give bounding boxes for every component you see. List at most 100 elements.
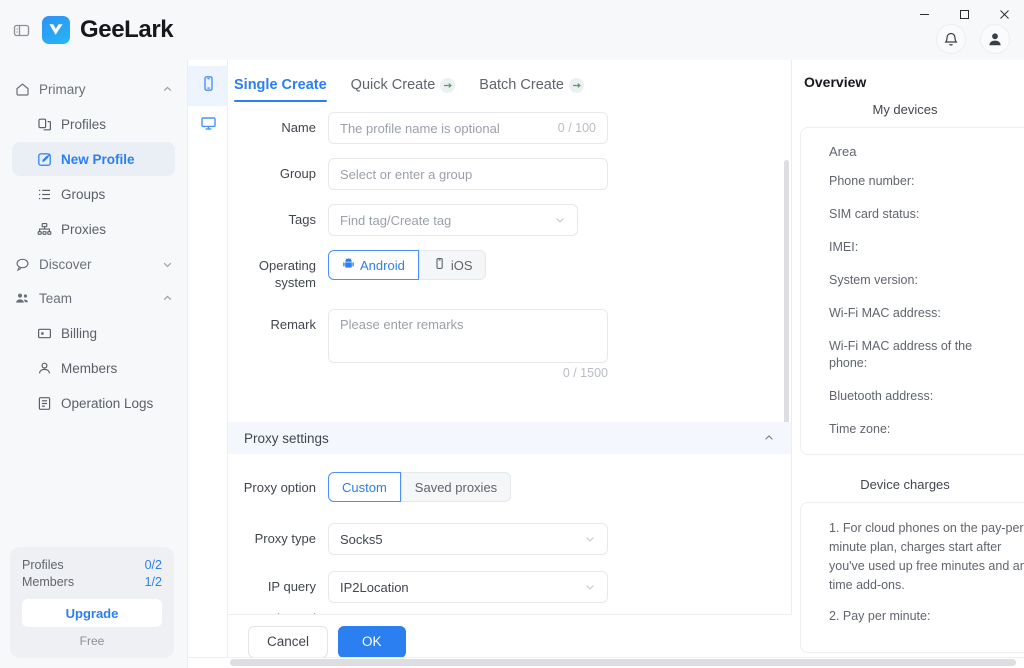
tags-label: Tags [288,212,316,227]
proxy-type-label: Proxy type [254,531,316,546]
name-input-placeholder: The profile name is optional [340,120,500,136]
plan-members-value: 1/2 [144,575,162,589]
overview-panel: Overview My devices Area Phone number: S… [792,60,1024,668]
area-label: Area [829,144,857,159]
device-field: Wi-Fi MAC address of the phone: [829,339,973,370]
proxy-settings-header[interactable]: Proxy settings [228,422,791,454]
chevron-down-icon [162,259,173,270]
sidebar-group-label: Team [39,290,73,306]
create-mode-tabs: Single Create Quick Create Batch Create [228,60,791,102]
sidebar-item-label: New Profile [61,151,135,167]
operating-system-label: Operating system [258,258,316,290]
os-option-android[interactable]: Android [328,250,419,280]
sidebar-group-label: Discover [39,256,92,272]
rail-item-phone[interactable] [188,66,228,106]
form-scroll-area: Name The profile name is optional 0 / 10… [228,102,791,422]
tags-select[interactable]: Find tag/Create tag [328,204,578,236]
my-devices-heading: My devices [872,102,938,117]
chevron-down-icon [584,533,596,545]
tab-label: Batch Create [479,77,564,93]
sidebar-item-label: Members [61,360,118,376]
os-option-label: Android [360,257,405,273]
proxies-icon [36,221,52,237]
overview-title: Overview [804,74,867,90]
device-charges-heading: Device charges [860,477,950,492]
sidebar-item-members[interactable]: Members [12,351,175,385]
sidebar-item-profiles[interactable]: Profiles [12,107,175,141]
device-field: System version: [829,273,918,287]
device-field: SIM card status: [829,207,920,221]
sidebar-item-proxies[interactable]: Proxies [12,212,175,246]
android-icon [342,257,355,273]
os-option-ios[interactable]: iOS [418,250,487,280]
sidebar-group-discover[interactable]: Discover [0,247,187,281]
horizontal-scrollbar-thumb[interactable] [230,659,1016,666]
os-option-label: iOS [450,257,473,273]
operating-system-segmented: Android iOS [328,250,791,280]
sidebar-group-team[interactable]: Team [0,281,187,315]
sidebar-item-operation-logs[interactable]: Operation Logs [12,386,175,420]
tab-single-create[interactable]: Single Create [234,77,327,102]
field-row-name: Name The profile name is optional 0 / 10… [228,112,791,144]
plan-card: Profiles 0/2 Members 1/2 Upgrade Free [10,547,174,658]
tab-quick-create[interactable]: Quick Create [351,77,456,102]
desktop-device-icon [200,115,217,137]
proxy-option-label: Custom [342,479,387,495]
team-icon [14,290,30,306]
field-row-tags: Tags Find tag/Create tag [228,204,791,236]
proxy-option-label: Saved proxies [414,479,498,495]
device-field: Time zone: [829,422,891,436]
phone-device-icon [200,75,217,97]
tab-label: Quick Create [350,77,436,93]
sidebar-group-primary[interactable]: Primary [0,72,187,106]
sidebar-item-label: Billing [61,325,98,341]
tab-badge-icon [440,77,456,93]
chevron-up-icon [162,293,173,304]
upgrade-button[interactable]: Upgrade [22,599,162,627]
bell-icon[interactable] [936,24,966,54]
title-bar: GeeLark [0,0,1024,60]
plan-tier-label: Free [79,634,105,648]
tags-placeholder: Find tag/Create tag [340,212,452,228]
sidebar-item-groups[interactable]: Groups [12,177,175,211]
proxy-option-segmented: Custom Saved proxies [328,472,791,502]
cancel-button[interactable]: Cancel [248,625,329,658]
user-avatar-icon[interactable] [980,24,1010,54]
field-row-remark: Remark Please enter remarks 0 / 1500 [228,309,791,380]
device-field: Wi-Fi MAC address: [829,306,941,320]
sidebar: Primary Profiles New Profile Groups Prox… [0,60,188,668]
field-row-operating-system: Operating system Android iOS [228,250,791,291]
field-row-group: Group Select or enter a group [228,158,791,190]
group-input[interactable]: Select or enter a group [328,158,608,190]
plan-members-label: Members [22,575,75,589]
device-charges-card: 1. For cloud phones on the pay-per-minut… [800,502,1024,653]
device-type-rail [188,60,228,668]
members-icon [36,360,52,376]
sidebar-item-billing[interactable]: Billing [12,316,175,350]
sidebar-item-new-profile[interactable]: New Profile [12,142,175,176]
proxy-type-select[interactable]: Socks5 [328,523,608,555]
chevron-up-icon [162,84,173,95]
proxy-option-custom[interactable]: Custom [328,472,401,502]
name-input[interactable]: The profile name is optional 0 / 100 [328,112,608,144]
remark-placeholder: Please enter remarks [340,317,464,332]
proxy-option-saved[interactable]: Saved proxies [400,472,512,502]
new-profile-icon [36,151,52,167]
rail-item-desktop[interactable] [188,106,228,146]
ios-icon [433,257,446,273]
profiles-icon [36,116,52,132]
form-vertical-scrollbar[interactable] [784,160,789,422]
ip-query-channel-value: IP2Location [340,579,409,595]
sidebar-item-label: Profiles [61,116,107,132]
ip-query-channel-select[interactable]: IP2Location [328,571,608,603]
remark-label: Remark [270,317,316,332]
ok-button[interactable]: OK [338,625,406,658]
group-label: Group [279,166,316,181]
panel-toggle-icon[interactable] [10,19,32,41]
discover-icon [14,256,30,272]
plan-row-profiles: Profiles 0/2 [22,557,162,574]
device-field: Bluetooth address: [829,389,934,403]
remark-textarea[interactable]: Please enter remarks [328,309,608,363]
tab-batch-create[interactable]: Batch Create [479,77,584,102]
device-field: IMEI: [829,240,859,254]
